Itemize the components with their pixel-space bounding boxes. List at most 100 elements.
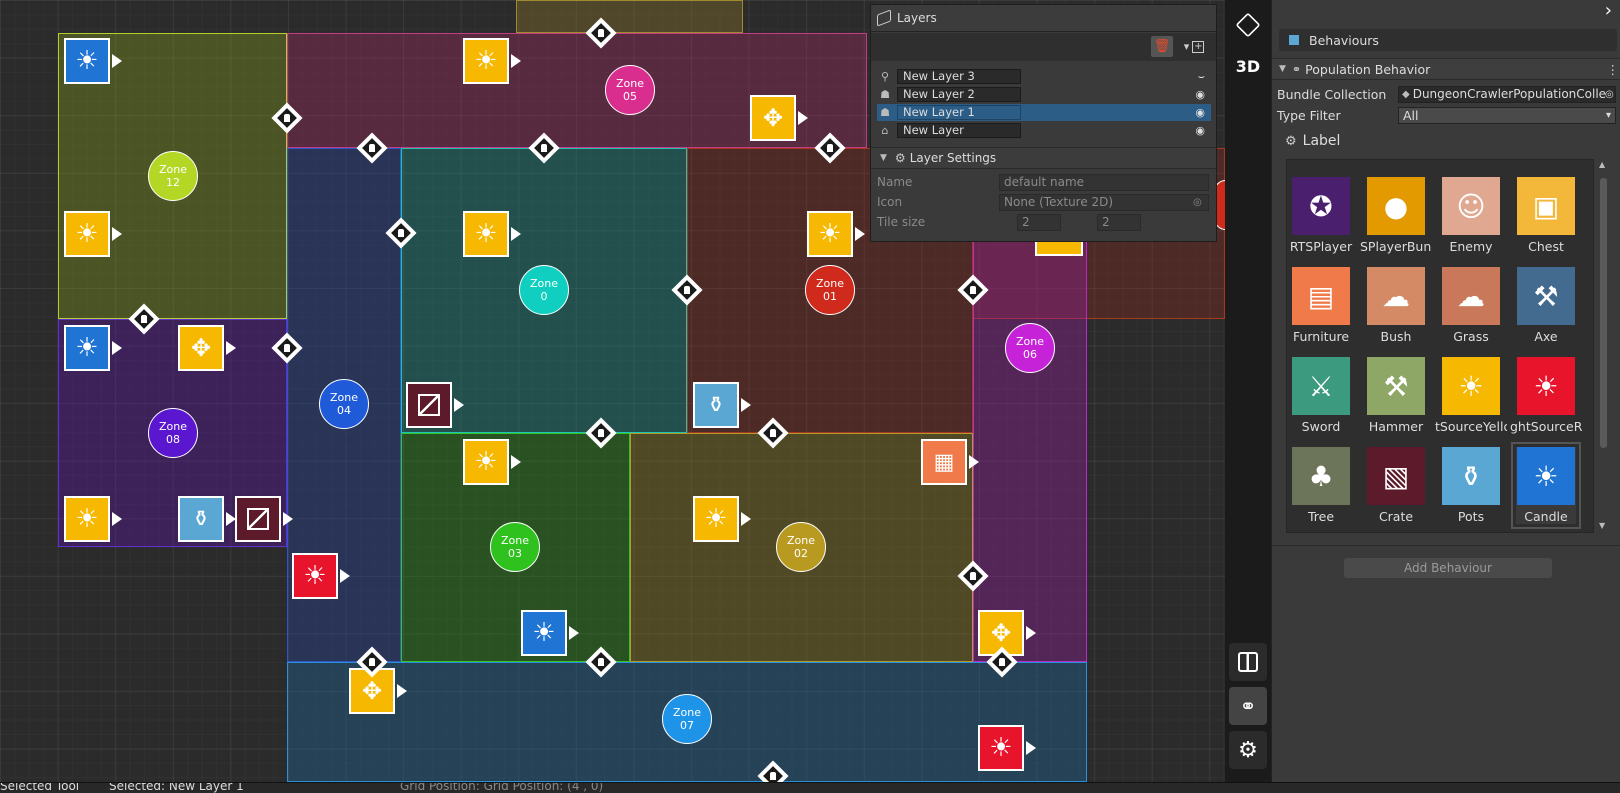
sun-icon: ☀ bbox=[474, 447, 498, 477]
eye-icon[interactable]: ◉ bbox=[1195, 124, 1205, 137]
behaviour-item[interactable]: ☁ Grass bbox=[1441, 267, 1501, 344]
behaviour-item[interactable]: ♣ Tree bbox=[1291, 447, 1351, 524]
label-title: Label bbox=[1302, 133, 1341, 149]
layer-name[interactable]: New Layer 2 bbox=[897, 87, 1021, 102]
zone-label-05[interactable]: Zone 05 bbox=[605, 65, 655, 115]
scrollbar-thumb[interactable] bbox=[1600, 178, 1607, 448]
layers-tool-button[interactable] bbox=[1225, 4, 1271, 46]
tile-size-y-field[interactable]: 2 bbox=[1097, 213, 1141, 231]
layer-row[interactable]: ☗ New Layer 2 ◉ bbox=[877, 86, 1211, 103]
layers-header: Layers bbox=[871, 5, 1216, 32]
zone-label-07[interactable]: Zone 07 bbox=[662, 694, 712, 744]
layer-row[interactable]: ⚲ New Layer 3 ⌣ bbox=[877, 68, 1211, 85]
crate-tile[interactable] bbox=[235, 496, 293, 542]
behaviour-item[interactable]: ⚒ Axe bbox=[1516, 267, 1576, 344]
crate-tile[interactable] bbox=[406, 382, 464, 428]
zone-area-top[interactable] bbox=[516, 0, 743, 33]
behaviour-item[interactable]: ▧ Crate bbox=[1366, 447, 1426, 524]
eye-icon[interactable]: ◉ bbox=[1195, 106, 1205, 119]
pots-tile[interactable]: ⚱ bbox=[178, 496, 236, 542]
sun-icon: ☀ bbox=[75, 504, 99, 534]
candle-tile[interactable]: ☀ bbox=[521, 610, 579, 656]
zone-label-02[interactable]: Zone 02 bbox=[776, 522, 826, 572]
behaviour-item[interactable]: ☀ Candle bbox=[1511, 442, 1581, 529]
zone-label-04[interactable]: Zone 04 bbox=[319, 379, 369, 429]
delete-layer-button[interactable]: 🗑 bbox=[1151, 36, 1173, 57]
pots-tile[interactable]: ⚱ bbox=[693, 382, 751, 428]
add-behaviour-button[interactable]: Add Behaviour bbox=[1344, 558, 1552, 578]
sun-icon: ☀ bbox=[532, 618, 556, 648]
scroll-down-arrow-icon[interactable]: ▼ bbox=[1599, 521, 1605, 530]
level-canvas[interactable]: Zone 12 Zone 05 Zone 0 Zone 01 Zone 06 Z… bbox=[0, 0, 1225, 782]
zone-label-01[interactable]: Zone 01 bbox=[805, 265, 855, 315]
chevron-right-icon[interactable]: › bbox=[1605, 0, 1612, 21]
furniture-tile[interactable]: ▦ bbox=[921, 439, 979, 485]
layer-settings-header[interactable]: ▼ ⚙ Layer Settings bbox=[871, 147, 1216, 169]
light-yellow-tile[interactable]: ☀ bbox=[64, 496, 122, 542]
chevron-down-icon: ▾ bbox=[1605, 109, 1611, 121]
object-picker-icon[interactable]: ◎ bbox=[1193, 197, 1202, 208]
candle-tile[interactable]: ☀ bbox=[64, 325, 122, 371]
add-layer-dropdown[interactable]: ▾ + bbox=[1177, 36, 1211, 57]
behaviour-item[interactable]: ☀ ghtSourceRe bbox=[1510, 357, 1582, 434]
zone-label-08[interactable]: Zone 08 bbox=[148, 408, 198, 458]
chest-icon: ▣ bbox=[1532, 189, 1560, 223]
light-yellow-tile[interactable]: ☀ bbox=[807, 211, 865, 257]
zone-label-0[interactable]: Zone 0 bbox=[519, 265, 569, 315]
type-filter-dropdown[interactable]: All ▾ bbox=[1398, 106, 1616, 124]
layer-name[interactable]: New Layer 1 bbox=[897, 105, 1021, 120]
behaviour-item[interactable]: ▤ Furniture bbox=[1291, 267, 1351, 344]
light-yellow-tile[interactable]: ☀ bbox=[693, 496, 751, 542]
light-red-tile[interactable]: ☀ bbox=[292, 553, 350, 599]
layer-name[interactable]: New Layer bbox=[897, 123, 1021, 138]
tile-size-x-field[interactable]: 2 bbox=[1017, 213, 1061, 231]
zone-label-03[interactable]: Zone 03 bbox=[490, 522, 540, 572]
sun-icon: ☀ bbox=[818, 219, 842, 249]
panel-layout-button[interactable] bbox=[1229, 643, 1267, 681]
layer-name[interactable]: New Layer 3 bbox=[897, 69, 1021, 84]
zone-area-06[interactable] bbox=[973, 233, 1087, 662]
behaviour-item[interactable]: ☁ Bush bbox=[1366, 267, 1426, 344]
sun-icon: ☀ bbox=[75, 333, 99, 363]
kebab-menu-icon[interactable]: ⋮ bbox=[1607, 62, 1620, 77]
behaviour-graph-button[interactable]: ⚭ bbox=[1229, 687, 1267, 725]
behaviour-item[interactable]: ☺ Enemy bbox=[1441, 177, 1501, 254]
behaviour-item[interactable]: ⚔ Sword bbox=[1291, 357, 1351, 434]
population-behavior-header[interactable]: ▼ ⚭ Population Behavior ⋮ bbox=[1272, 58, 1620, 80]
light-yellow-tile[interactable]: ☀ bbox=[463, 439, 521, 485]
zone-label-12[interactable]: Zone 12 bbox=[148, 151, 198, 201]
behaviours-header[interactable]: Behaviours bbox=[1279, 29, 1617, 51]
settings-cog-icon: ⚙ bbox=[894, 151, 906, 165]
chest-tile[interactable]: ✥ bbox=[750, 95, 808, 141]
behaviour-item[interactable]: ☀ tSourceYello bbox=[1435, 357, 1507, 434]
eye-closed-icon[interactable]: ⌣ bbox=[1198, 70, 1205, 84]
layer-row[interactable]: ⌂ New Layer ◉ bbox=[877, 122, 1211, 139]
bundle-collection-field[interactable]: ◆ DungeonCrawlerPopulationColle bbox=[1398, 85, 1616, 103]
layer-row-selected[interactable]: ☗ New Layer 1 ◉ bbox=[877, 104, 1211, 121]
behaviour-item[interactable]: ✪ RTSPlayer bbox=[1290, 177, 1352, 254]
3d-toggle-button[interactable]: 3D bbox=[1225, 48, 1271, 84]
eye-icon[interactable]: ◉ bbox=[1195, 88, 1205, 101]
icon-field[interactable]: None (Texture 2D) bbox=[999, 193, 1209, 211]
zone-label-06[interactable]: Zone 06 bbox=[1005, 323, 1055, 373]
light-yellow-tile[interactable]: ☀ bbox=[463, 38, 521, 84]
behaviour-item[interactable]: ▣ Chest bbox=[1516, 177, 1576, 254]
candle-tile[interactable]: ☀ bbox=[64, 38, 122, 84]
light-yellow-tile[interactable]: ☀ bbox=[64, 211, 122, 257]
name-field[interactable]: default name bbox=[999, 173, 1209, 191]
shelf-icon: ▦ bbox=[933, 449, 955, 475]
layers-panel[interactable]: Layers 🗑 ▾ + ⚲ New Layer 3 ⌣ ☗ New Layer… bbox=[870, 4, 1217, 242]
name-field-row: Name default name bbox=[871, 172, 1218, 192]
light-yellow-tile[interactable]: ☀ bbox=[463, 211, 521, 257]
behaviour-item[interactable]: ● SPlayerBunc bbox=[1360, 177, 1432, 254]
behaviour-item[interactable]: ⚱ Pots bbox=[1441, 447, 1501, 524]
scroll-up-arrow-icon[interactable]: ▲ bbox=[1599, 160, 1605, 169]
settings-button[interactable]: ⚙ bbox=[1229, 731, 1267, 769]
asset-icon: ◆ bbox=[1402, 88, 1410, 100]
object-picker-icon[interactable]: ◎ bbox=[1605, 89, 1614, 100]
behaviour-item-label: tSourceYello bbox=[1435, 419, 1507, 434]
grid-scrollbar[interactable]: ▲ ▼ bbox=[1595, 160, 1611, 532]
light-red-tile[interactable]: ☀ bbox=[978, 725, 1036, 771]
chest-tile[interactable]: ✥ bbox=[178, 325, 236, 371]
behaviour-item[interactable]: ⚒ Hammer bbox=[1366, 357, 1426, 434]
